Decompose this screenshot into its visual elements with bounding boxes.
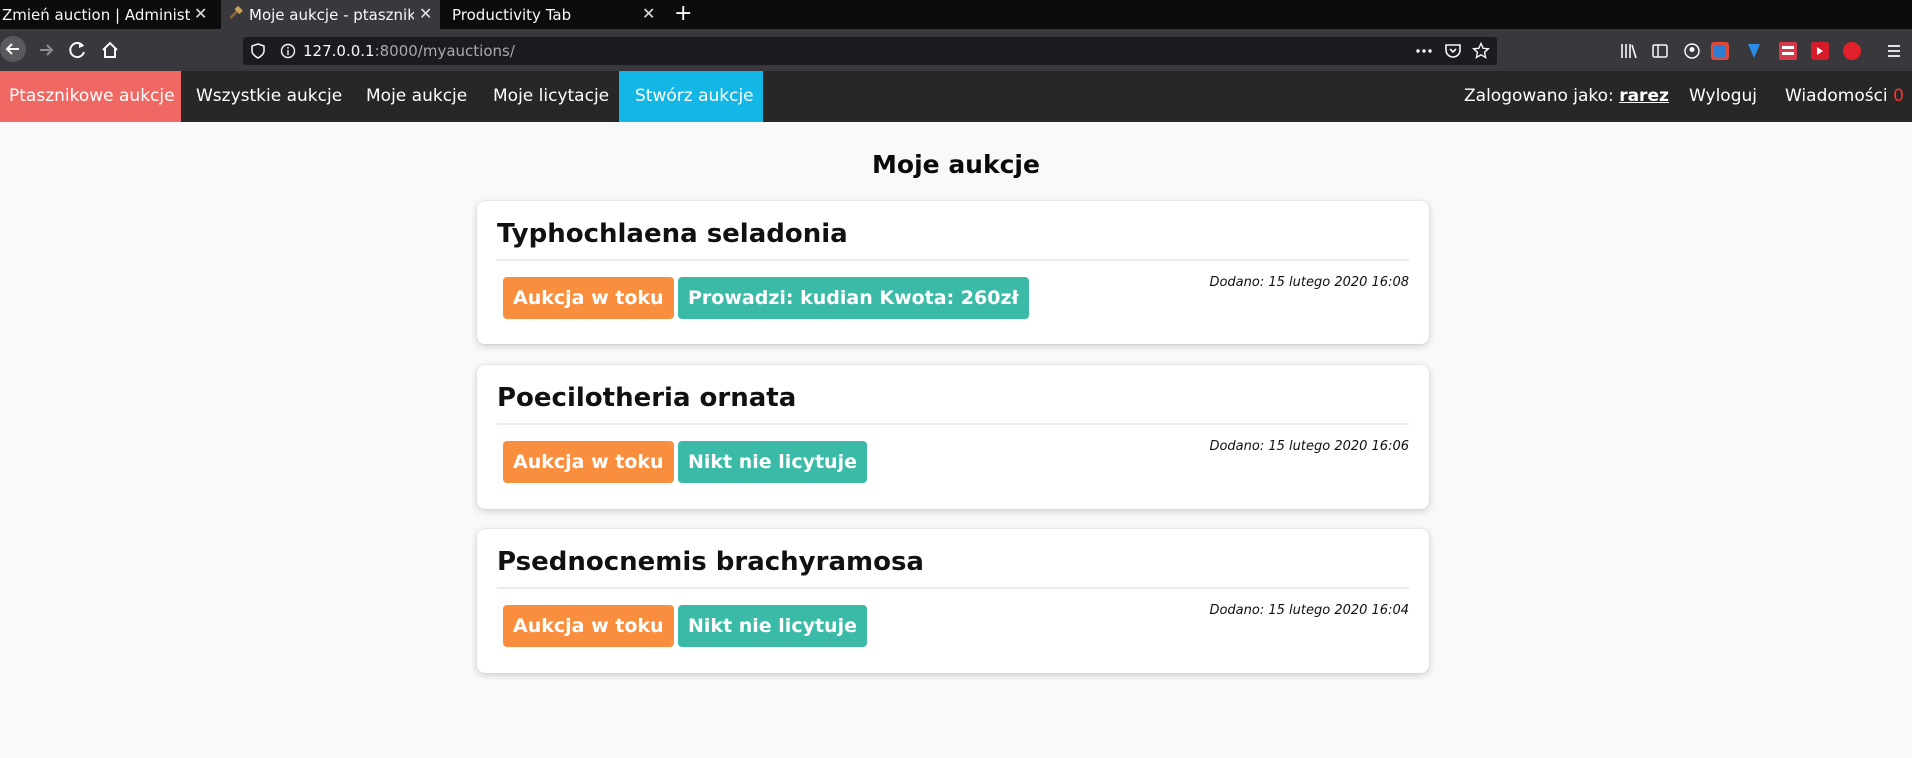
- logged-in-info: Zalogowano jako: rarez: [1464, 71, 1669, 122]
- auction-card: Typhochlaena seladonia Dodano: 15 lutego…: [477, 201, 1429, 344]
- messages-count-badge: 0: [1893, 86, 1904, 106]
- close-icon[interactable]: ✕: [194, 4, 207, 24]
- auction-date: Dodano: 15 lutego 2020 16:04: [1209, 603, 1409, 618]
- auction-title[interactable]: Poecilotheria ornata: [497, 383, 796, 413]
- extension-icon[interactable]: [1711, 42, 1729, 60]
- url-path: :8000/myauctions/: [374, 42, 515, 60]
- auction-date: Dodano: 15 lutego 2020 16:06: [1209, 439, 1409, 454]
- auction-card: Psednocnemis brachyramosa Dodano: 15 lut…: [477, 529, 1429, 673]
- close-icon[interactable]: ✕: [419, 4, 432, 24]
- hamburger-menu-icon[interactable]: [1885, 42, 1903, 60]
- home-icon[interactable]: [97, 37, 123, 63]
- gavel-icon: [229, 6, 243, 19]
- nav-item-all-auctions[interactable]: Wszystkie aukcje: [196, 71, 342, 122]
- browser-tab-productivity[interactable]: Productivity Tab ✕: [442, 0, 661, 29]
- page-title: Moje aukcje: [872, 150, 1040, 179]
- logged-in-label: Zalogowano jako:: [1464, 86, 1620, 106]
- account-icon[interactable]: [1683, 42, 1701, 60]
- username-link[interactable]: rarez: [1619, 86, 1669, 106]
- auction-card: Poecilotheria ornata Dodano: 15 lutego 2…: [477, 365, 1429, 509]
- extension-icon[interactable]: [1811, 42, 1829, 60]
- auction-date: Dodano: 15 lutego 2020 16:08: [1209, 275, 1409, 290]
- sidebar-icon[interactable]: [1651, 42, 1669, 60]
- tab-title: Productivity Tab: [452, 6, 572, 24]
- tab-title: Moje aukcje - ptasznikowe aukcje: [249, 6, 414, 24]
- url-text[interactable]: 127.0.0.1:8000/myauctions/: [303, 42, 515, 60]
- bid-badge: Prowadzi: kudian Kwota: 260zł: [678, 277, 1029, 319]
- nav-item-create-auction[interactable]: Stwórz aukcje: [619, 71, 763, 122]
- site-navbar: Ptasznikowe aukcje Wszystkie aukcje Moje…: [0, 71, 1912, 122]
- nav-item-my-auctions[interactable]: Moje aukcje: [366, 71, 467, 122]
- logout-link[interactable]: Wyloguj: [1689, 71, 1757, 122]
- nav-item-my-bids[interactable]: Moje licytacje: [493, 71, 609, 122]
- shield-icon[interactable]: [251, 43, 265, 59]
- status-badge: Aukcja w toku: [503, 605, 674, 647]
- reload-icon[interactable]: [65, 37, 91, 63]
- forward-icon[interactable]: [33, 37, 59, 63]
- divider: [497, 587, 1409, 589]
- arrow-left-icon: [5, 43, 19, 55]
- browser-tab-myauctions[interactable]: Moje aukcje - ptasznikowe aukcje ✕: [221, 0, 440, 29]
- auction-title[interactable]: Typhochlaena seladonia: [497, 219, 848, 249]
- messages-label: Wiadomości: [1785, 86, 1888, 106]
- status-badge: Aukcja w toku: [503, 277, 674, 319]
- library-icon[interactable]: [1620, 42, 1638, 60]
- status-badge: Aukcja w toku: [503, 441, 674, 483]
- back-button[interactable]: [0, 36, 26, 62]
- extension-icon[interactable]: [1746, 42, 1762, 60]
- star-icon[interactable]: [1472, 42, 1490, 60]
- adblock-icon[interactable]: [1843, 42, 1861, 60]
- extension-icon[interactable]: [1779, 42, 1797, 60]
- divider: [497, 259, 1409, 261]
- nav-brand-link[interactable]: Ptasznikowe aukcje: [0, 71, 181, 122]
- bid-badge: Nikt nie licytuje: [678, 605, 867, 647]
- url-host: 127.0.0.1: [303, 42, 375, 60]
- close-icon[interactable]: ✕: [642, 4, 655, 24]
- pocket-icon[interactable]: [1444, 42, 1462, 60]
- auction-title[interactable]: Psednocnemis brachyramosa: [497, 547, 924, 577]
- divider: [497, 423, 1409, 425]
- tab-title: Zmień auction | Administracja: [2, 6, 190, 24]
- info-icon[interactable]: [280, 43, 296, 59]
- more-dots-icon[interactable]: [1415, 44, 1433, 58]
- browser-tab-admin[interactable]: Zmień auction | Administracja ✕: [0, 0, 219, 29]
- browser-tabstrip: Zmień auction | Administracja ✕ Moje auk…: [0, 0, 1912, 29]
- bid-badge: Nikt nie licytuje: [678, 441, 867, 483]
- new-tab-icon[interactable]: +: [674, 1, 692, 27]
- messages-link[interactable]: Wiadomości 0: [1785, 71, 1904, 122]
